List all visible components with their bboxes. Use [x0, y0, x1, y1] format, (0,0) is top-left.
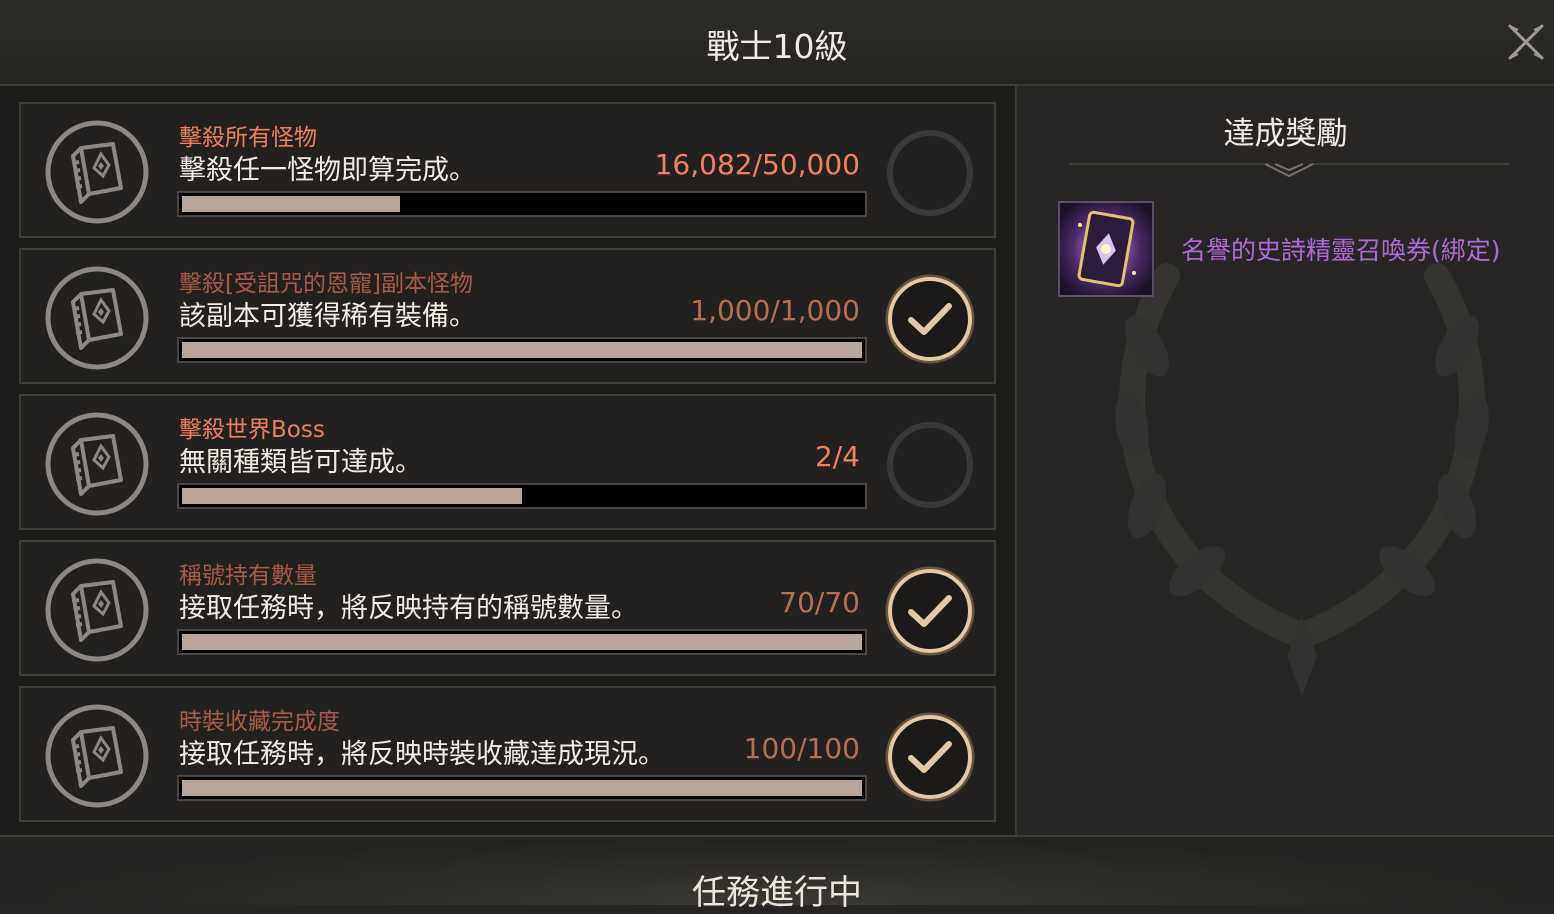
quest-book-icon: [43, 556, 151, 664]
progress-fill: [182, 488, 522, 504]
quest-title: 擊殺世界Boss: [179, 417, 325, 443]
quest-progress-text: 1,000/1,000: [690, 294, 860, 327]
checkmark-icon[interactable]: [885, 566, 975, 656]
title-bar: 戰士10級: [0, 0, 1554, 86]
status-label: 任務進行中: [692, 873, 862, 913]
progress-fill: [182, 780, 862, 796]
progress-bar: [177, 483, 867, 509]
incomplete-ring-icon: [885, 420, 975, 510]
quest-description: 無關種類皆可達成。: [179, 447, 422, 478]
quest-description: 該副本可獲得稀有裝備。: [179, 301, 476, 332]
reward-panel: 達成獎勵 名譽的史詩精靈召喚券(綁定): [1017, 86, 1554, 835]
close-icon[interactable]: [1506, 22, 1546, 62]
progress-fill: [182, 634, 862, 650]
checkmark-icon[interactable]: [885, 712, 975, 802]
quest-row[interactable]: 擊殺世界Boss 無關種類皆可達成。 2/4: [19, 394, 996, 530]
quest-row[interactable]: 擊殺[受詛咒的恩寵]副本怪物 該副本可獲得稀有裝備。 1,000/1,000: [19, 248, 996, 384]
quest-book-icon: [43, 410, 151, 518]
window-title: 戰士10級: [706, 27, 848, 66]
progress-fill: [182, 342, 862, 358]
quest-progress-text: 16,082/50,000: [654, 148, 860, 181]
ornament-divider-icon: [1069, 163, 1509, 178]
quest-title: 擊殺[受詛咒的恩寵]副本怪物: [179, 271, 473, 297]
quest-book-icon: [43, 118, 151, 226]
quest-progress-text: 2/4: [814, 440, 860, 473]
quest-title: 稱號持有數量: [179, 563, 317, 589]
quest-description: 接取任務時，將反映時裝收藏達成現況。: [179, 739, 665, 770]
quest-title: 時裝收藏完成度: [179, 709, 340, 735]
reward-item-icon[interactable]: [1058, 201, 1154, 297]
reward-heading: 達成獎勵: [1223, 116, 1348, 152]
summon-card-icon: [1060, 203, 1152, 295]
quest-list[interactable]: 擊殺所有怪物 擊殺任一怪物即算完成。 16,082/50,000 擊殺[受詛咒的…: [0, 86, 1015, 835]
quest-row[interactable]: 稱號持有數量 接取任務時，將反映持有的稱號數量。 70/70: [19, 540, 996, 676]
status-button[interactable]: 任務進行中: [0, 835, 1554, 913]
quest-description: 擊殺任一怪物即算完成。: [179, 155, 476, 186]
quest-book-icon: [43, 264, 151, 372]
incomplete-ring-icon: [885, 128, 975, 218]
quest-progress-text: 100/100: [743, 732, 860, 765]
quest-description: 接取任務時，將反映持有的稱號數量。: [179, 593, 638, 624]
laurel-wreath-icon: [1115, 263, 1489, 696]
quest-row[interactable]: 時裝收藏完成度 接取任務時，將反映時裝收藏達成現況。 100/100: [19, 686, 996, 822]
reward-item-name[interactable]: 名譽的史詩精靈召喚券(綁定): [1181, 231, 1501, 267]
progress-fill: [182, 196, 400, 212]
progress-bar: [177, 629, 867, 655]
quest-progress-text: 70/70: [779, 586, 860, 619]
progress-bar: [177, 191, 867, 217]
checkmark-icon[interactable]: [885, 274, 975, 364]
quest-title: 擊殺所有怪物: [179, 125, 317, 151]
progress-bar: [177, 337, 867, 363]
progress-bar: [177, 775, 867, 801]
quest-book-icon: [43, 702, 151, 810]
quest-row[interactable]: 擊殺所有怪物 擊殺任一怪物即算完成。 16,082/50,000: [19, 102, 996, 238]
